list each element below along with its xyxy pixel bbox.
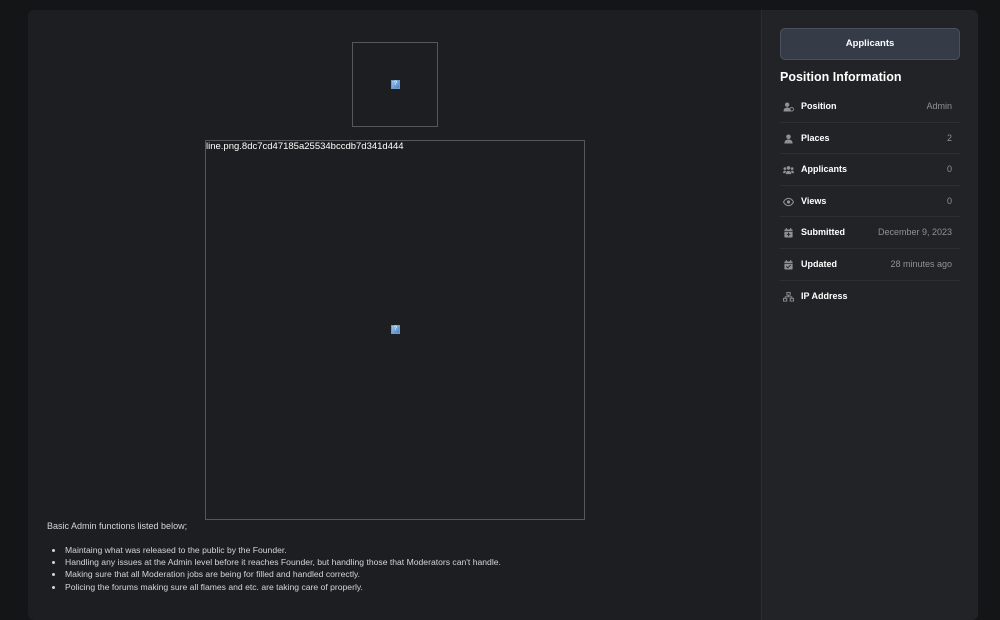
info-label: Position bbox=[801, 101, 837, 111]
info-row-ip-address: IP Address bbox=[780, 281, 960, 313]
list-item: Making sure that all Moderation jobs are… bbox=[64, 568, 501, 580]
applicants-button[interactable]: Applicants bbox=[780, 28, 960, 60]
network-icon bbox=[783, 291, 794, 302]
broken-image-icon: ? bbox=[391, 325, 400, 334]
duties-list: Maintaing what was released to the publi… bbox=[47, 544, 501, 593]
info-label: Submitted bbox=[801, 227, 845, 238]
info-label: Places bbox=[801, 132, 830, 143]
info-value: 2 bbox=[946, 132, 952, 143]
person-icon bbox=[784, 134, 793, 144]
info-row-places: Places 2 bbox=[780, 123, 960, 155]
info-label: Views bbox=[801, 195, 827, 206]
info-row-applicants: Applicants 0 bbox=[780, 154, 960, 186]
info-value: 28 minutes ago bbox=[890, 258, 952, 269]
calendar-plus-icon bbox=[784, 228, 793, 238]
info-row-updated: Updated 28 minutes ago bbox=[780, 249, 960, 281]
user-tie-icon bbox=[783, 102, 794, 112]
users-icon bbox=[783, 166, 794, 175]
duties-intro: Basic Admin functions listed below; bbox=[47, 521, 188, 531]
broken-image-large: line.png.8dc7cd47185a25534bccdb7d341d444… bbox=[205, 140, 585, 520]
broken-image-icon: ? bbox=[391, 80, 400, 89]
application-panel: ? line.png.8dc7cd47185a25534bccdb7d341d4… bbox=[28, 10, 978, 620]
info-label: IP Address bbox=[801, 290, 848, 301]
info-row-position: Position Admin bbox=[780, 91, 960, 123]
section-title: Position Information bbox=[780, 70, 902, 84]
info-row-views: Views 0 bbox=[780, 186, 960, 218]
broken-image-small: ? bbox=[352, 42, 438, 127]
position-description: ? line.png.8dc7cd47185a25534bccdb7d341d4… bbox=[28, 10, 761, 620]
info-label: Updated bbox=[801, 258, 837, 269]
info-value: December 9, 2023 bbox=[877, 227, 952, 238]
image-alt-text: line.png.8dc7cd47185a25534bccdb7d341d444 bbox=[206, 141, 404, 152]
sidebar: Applicants Position Information Position… bbox=[761, 10, 978, 620]
info-row-submitted: Submitted December 9, 2023 bbox=[780, 217, 960, 249]
info-value: 0 bbox=[946, 164, 952, 175]
info-value: Admin bbox=[926, 101, 952, 111]
calendar-check-icon bbox=[784, 259, 793, 270]
position-info-list: Position Admin Places 2 Applicants 0 Vie… bbox=[780, 91, 960, 312]
list-item: Maintaing what was released to the publi… bbox=[64, 544, 501, 556]
info-label: Applicants bbox=[801, 164, 848, 175]
info-value: 0 bbox=[946, 195, 952, 206]
list-item: Policing the forums making sure all flam… bbox=[64, 581, 501, 593]
list-item: Handling any issues at the Admin level b… bbox=[64, 556, 501, 568]
eye-icon bbox=[783, 197, 794, 206]
